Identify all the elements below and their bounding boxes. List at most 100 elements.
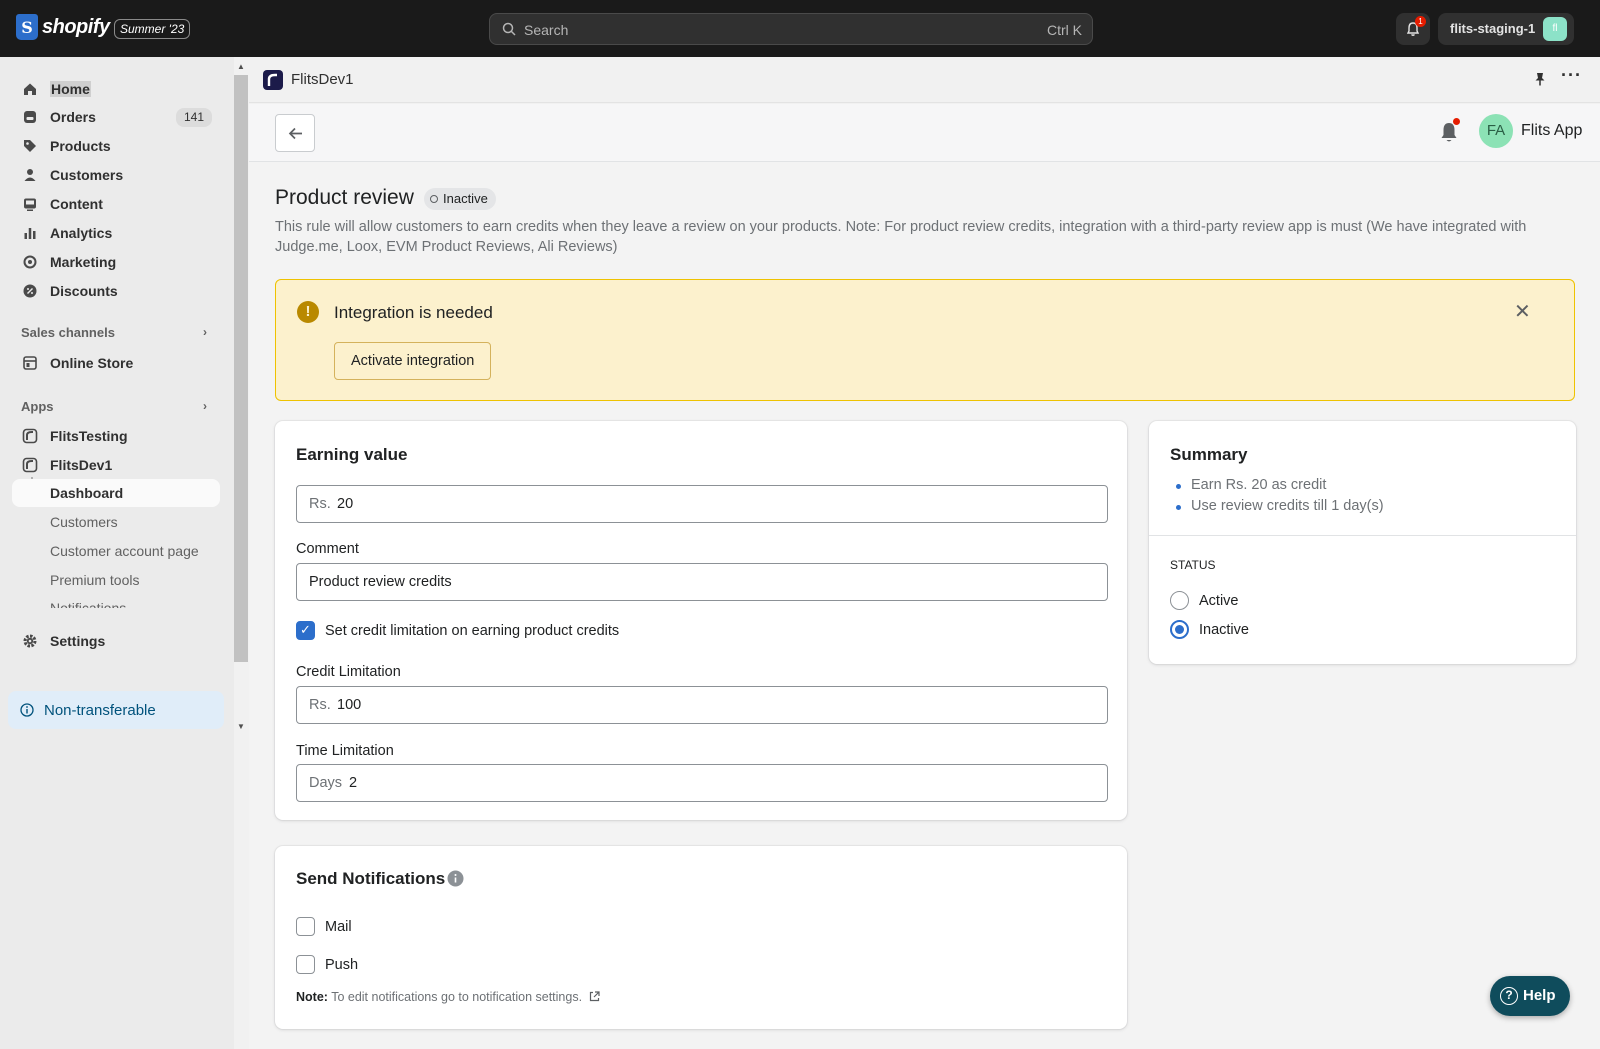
card-title: Send Notifications xyxy=(296,869,446,888)
sidebar-item-label: FlitsTesting xyxy=(50,428,128,444)
sidebar-item-settings[interactable]: Settings xyxy=(12,627,220,655)
note-text[interactable]: To edit notifications go to notification… xyxy=(331,990,582,1004)
mail-checkbox[interactable] xyxy=(296,917,315,936)
target-icon xyxy=(23,255,37,269)
scroll-down-arrow-icon[interactable]: ▼ xyxy=(237,722,245,731)
scroll-up-arrow-icon[interactable]: ▲ xyxy=(237,62,245,71)
sidebar-item-orders[interactable]: Orders 141 xyxy=(12,103,220,131)
store-icon xyxy=(23,356,37,370)
pin-icon[interactable] xyxy=(1532,71,1548,87)
back-button[interactable] xyxy=(275,114,315,152)
status-active-label: Active xyxy=(1199,593,1239,609)
non-transferable-banner[interactable]: Non-transferable xyxy=(8,691,224,729)
status-active-radio[interactable] xyxy=(1170,591,1189,610)
brand-name: shopify xyxy=(42,15,110,38)
orders-count-badge: 141 xyxy=(175,108,212,127)
arrow-left-icon xyxy=(288,127,302,140)
card-title: Earning value xyxy=(296,445,408,464)
summary-item: Earn Rs. 20 as credit xyxy=(1175,477,1327,493)
flits-app-icon xyxy=(263,70,283,90)
sidebar-item-dashboard[interactable]: Dashboard xyxy=(12,479,220,507)
edition-badge[interactable]: Summer '23 xyxy=(114,19,191,39)
status-inactive-radio[interactable] xyxy=(1170,620,1189,639)
activate-integration-button[interactable]: Activate integration xyxy=(334,342,492,380)
sidebar-item-customer-account-page[interactable]: Customer account page xyxy=(12,537,220,565)
sidebar-item-flitsdev1[interactable]: FlitsDev1 xyxy=(12,451,220,479)
app-icon xyxy=(22,457,38,473)
app-header: FA Flits App xyxy=(249,104,1600,162)
sidebar-item-flitstesting[interactable]: FlitsTesting xyxy=(12,422,220,450)
sidebar-item-label: Content xyxy=(50,196,103,212)
home-icon xyxy=(24,83,36,95)
mail-checkbox-label: Mail xyxy=(325,919,352,935)
earning-value-card: Earning value Rs. 20 Comment Product rev… xyxy=(275,421,1127,820)
shopify-logo[interactable]: S shopify xyxy=(16,14,110,40)
sidebar-item-notifications[interactable]: Notifications xyxy=(12,594,220,608)
store-name: flits-staging-1 xyxy=(1450,21,1536,36)
sidebar-item-label: Notifications xyxy=(50,600,127,608)
sidebar-scrollbar-thumb[interactable] xyxy=(234,75,248,662)
app-content: FA Flits App Product review Inactive Thi… xyxy=(249,104,1600,1049)
more-actions-icon[interactable]: ··· xyxy=(1561,65,1582,86)
status-inactive-label: Inactive xyxy=(1199,622,1249,638)
search-bar[interactable]: Search Ctrl K xyxy=(489,13,1093,45)
note-prefix: Note: xyxy=(296,990,328,1004)
sidebar-item-online-store[interactable]: Online Store xyxy=(12,349,220,377)
notification-dot xyxy=(1453,118,1460,125)
push-checkbox-label: Push xyxy=(325,957,359,973)
person-icon xyxy=(24,169,36,181)
field-value: 2 xyxy=(349,775,358,791)
sidebar-item-customers-sub[interactable]: Customers xyxy=(12,508,220,536)
info-icon[interactable] xyxy=(447,870,464,887)
notifications-button[interactable]: 1 xyxy=(1396,13,1430,45)
sales-channels-label: Sales channels xyxy=(21,325,115,340)
push-checkbox[interactable] xyxy=(296,955,315,974)
sidebar-item-label: Home xyxy=(50,81,91,97)
sidebar-item-label: FlitsDev1 xyxy=(50,457,113,473)
sidebar-item-discounts[interactable]: Discounts xyxy=(12,277,220,305)
credit-limit-checkbox-label: Set credit limitation on earning product… xyxy=(325,623,620,639)
apps-heading[interactable]: Apps › xyxy=(21,399,207,414)
sales-channels-heading[interactable]: Sales channels › xyxy=(21,325,207,340)
sidebar-item-label: Products xyxy=(50,138,111,154)
earning-value-field[interactable]: Rs. 20 xyxy=(296,485,1108,523)
sidebar-item-products[interactable]: Products xyxy=(12,132,220,160)
page-description: This rule will allow customers to earn c… xyxy=(275,219,1527,255)
credit-limit-checkbox[interactable]: ✓ xyxy=(296,621,315,640)
question-icon: ? xyxy=(1500,987,1518,1005)
sidebar-item-label: Online Store xyxy=(50,355,134,371)
sidebar-item-label: Customers xyxy=(50,167,124,183)
shopify-bag-icon: S xyxy=(16,14,38,40)
app-user-label[interactable]: Flits App xyxy=(1521,122,1582,140)
sidebar-item-premium-tools[interactable]: Premium tools xyxy=(12,566,220,594)
avatar[interactable]: FA xyxy=(1479,114,1513,148)
sidebar-item-analytics[interactable]: Analytics xyxy=(12,219,220,247)
external-link-icon[interactable] xyxy=(589,991,600,1002)
credit-limitation-field[interactable]: Rs. 100 xyxy=(296,686,1108,724)
sidebar-item-label: Marketing xyxy=(50,254,117,270)
notification-count-badge: 1 xyxy=(1415,16,1426,27)
search-shortcut: Ctrl K xyxy=(1047,22,1082,38)
chevron-right-icon: › xyxy=(203,325,207,339)
sidebar-item-home[interactable]: Home xyxy=(12,75,220,103)
integration-warning-banner: ! Integration is needed ✕ Activate integ… xyxy=(275,279,1575,401)
sidebar-item-label: Dashboard xyxy=(50,485,124,501)
comment-field[interactable]: Product review credits xyxy=(296,563,1108,601)
field-value: 100 xyxy=(337,697,362,713)
sidebar-item-label: Customers xyxy=(50,514,118,530)
help-button[interactable]: ? Help xyxy=(1490,976,1570,1016)
non-transferable-label: Non-transferable xyxy=(44,702,156,719)
bar-chart-icon xyxy=(24,228,36,239)
notification-note: Note: To edit notifications go to notifi… xyxy=(296,990,600,1004)
info-icon xyxy=(20,703,34,717)
top-bar: S shopify Summer '23 Search Ctrl K 1 fli… xyxy=(0,0,1600,57)
sidebar-item-customers[interactable]: Customers xyxy=(12,161,220,189)
close-icon[interactable]: ✕ xyxy=(1514,299,1531,324)
time-limitation-field[interactable]: Days 2 xyxy=(296,764,1108,802)
sidebar-item-marketing[interactable]: Marketing xyxy=(12,248,220,276)
field-value: Product review credits xyxy=(309,574,452,590)
store-menu-button[interactable]: flits-staging-1 fl xyxy=(1438,13,1574,45)
search-placeholder: Search xyxy=(524,22,569,38)
sidebar-item-label: Orders xyxy=(50,109,96,125)
sidebar-item-content[interactable]: Content xyxy=(12,190,220,218)
